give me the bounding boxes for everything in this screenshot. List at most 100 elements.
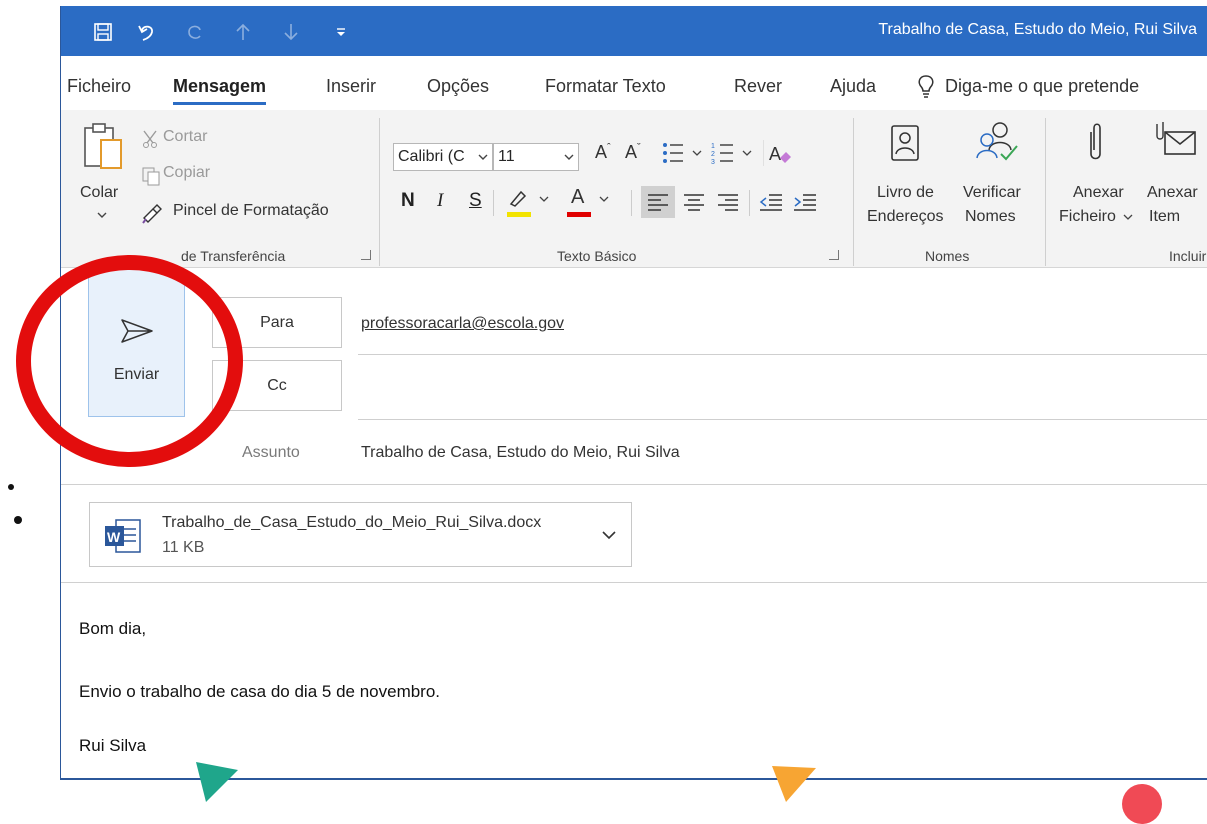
names-group-label: Nomes: [925, 248, 970, 264]
clipboard-launcher-icon[interactable]: [361, 250, 371, 260]
font-name-select[interactable]: Calibri (C: [393, 143, 493, 171]
svg-text:1: 1: [711, 143, 715, 150]
bullets-icon[interactable]: [661, 140, 705, 166]
numbering-icon[interactable]: 123: [711, 140, 755, 166]
italic-button[interactable]: I: [437, 190, 443, 212]
address-book-icon: [891, 125, 919, 161]
underline-button[interactable]: S: [469, 190, 482, 212]
font-size-select[interactable]: 11: [493, 143, 579, 171]
clipboard-group-label: de Transferência: [181, 248, 286, 264]
font-name-value: Calibri (C: [398, 148, 465, 165]
group-separator: [1045, 118, 1046, 266]
envelope-icon: [1156, 122, 1196, 155]
check-names-label-2: Nomes: [965, 208, 1016, 225]
cc-underline: [358, 419, 1207, 420]
font-color-swatch: [567, 212, 591, 217]
teal-triangle: [196, 762, 238, 802]
address-book-label-2: Endereços: [867, 208, 944, 225]
tab-rever[interactable]: Rever: [734, 76, 782, 97]
align-left-button[interactable]: [641, 186, 675, 218]
to-label: Para: [260, 313, 294, 331]
font-color-button[interactable]: A: [567, 186, 619, 218]
highlight-color-button[interactable]: [507, 188, 559, 218]
address-book-button[interactable]: Livro de Endereços: [867, 120, 949, 232]
cc-label: Cc: [267, 376, 287, 394]
attach-file-button[interactable]: Anexar Ficheiro: [1055, 120, 1135, 232]
down-icon[interactable]: [277, 19, 305, 45]
tab-ficheiro[interactable]: Ficheiro: [67, 76, 131, 97]
tab-ajuda[interactable]: Ajuda: [830, 76, 876, 97]
orange-triangle: [772, 766, 816, 802]
tab-mensagem[interactable]: Mensagem: [173, 76, 267, 105]
separator: [493, 190, 494, 216]
align-center-icon[interactable]: [683, 192, 705, 212]
decrease-indent-icon[interactable]: [759, 192, 783, 212]
send-label: Enviar: [113, 366, 160, 383]
check-names-button[interactable]: Verificar Nomes: [953, 120, 1037, 232]
grow-font-icon[interactable]: Aˆ: [595, 142, 611, 163]
ribbon-tabs: Ficheiro Mensagem Inserir Opções Formata…: [61, 66, 1207, 106]
clear-formatting-icon[interactable]: A: [763, 140, 793, 166]
shrink-font-icon[interactable]: Aˇ: [625, 142, 641, 163]
to-field[interactable]: professoracarla@escola.gov: [361, 315, 564, 333]
body-greeting: Bom dia,: [79, 619, 147, 638]
margin-dot: [8, 484, 14, 490]
redo-icon[interactable]: [181, 19, 209, 45]
customize-icon[interactable]: [327, 19, 355, 45]
svg-text:W: W: [107, 529, 121, 545]
font-color-icon: A: [571, 186, 585, 208]
align-right-icon[interactable]: [717, 192, 739, 212]
to-button[interactable]: Para: [212, 297, 342, 348]
separator: [631, 190, 632, 216]
highlight-swatch: [507, 212, 531, 217]
body-line: Envio o trabalho de casa do dia 5 de nov…: [79, 682, 441, 701]
tab-inserir[interactable]: Inserir: [326, 76, 376, 97]
attachment-size: 11 KB: [162, 539, 205, 556]
check-names-icon: [976, 122, 1018, 161]
address-book-label-1: Livro de: [877, 184, 934, 201]
basic-text-launcher-icon[interactable]: [829, 250, 839, 260]
basic-text-group-label: Texto Básico: [557, 248, 637, 264]
save-icon[interactable]: [89, 19, 117, 45]
attach-item-button[interactable]: Anexar Item: [1139, 120, 1207, 232]
cc-button[interactable]: Cc: [212, 360, 342, 411]
attach-file-label-1: Anexar: [1073, 184, 1124, 201]
tab-formatar-texto[interactable]: Formatar Texto: [545, 76, 666, 97]
send-button[interactable]: Enviar: [88, 269, 185, 417]
send-icon: [120, 319, 153, 343]
group-separator: [853, 118, 854, 266]
cut-label: Cortar: [163, 128, 208, 145]
body-signature: Rui Silva: [79, 736, 147, 755]
attach-item-label-2: Item: [1149, 208, 1181, 225]
subject-label: Assunto: [242, 444, 300, 461]
include-group-label: Incluir: [1169, 248, 1207, 264]
svg-text:A: A: [769, 144, 781, 164]
svg-text:2: 2: [711, 151, 715, 158]
attach-file-label-2: Ficheiro: [1059, 208, 1116, 225]
font-size-value: 11: [498, 148, 515, 165]
message-body[interactable]: Bom dia, Envio o trabalho de casa do dia…: [61, 584, 1207, 778]
copy-label: Copiar: [163, 164, 211, 181]
attachment-card[interactable]: W Trabalho_de_Casa_Estudo_do_Meio_Rui_Si…: [89, 502, 632, 567]
separator: [749, 190, 750, 216]
format-painter-label: Pincel de Formatação: [173, 202, 329, 219]
increase-indent-icon[interactable]: [793, 192, 817, 212]
check-names-label-1: Verificar: [963, 184, 1021, 201]
undo-icon[interactable]: [133, 19, 161, 45]
chevron-down-icon[interactable]: [602, 531, 616, 541]
up-icon[interactable]: [229, 19, 257, 45]
subject-field[interactable]: Trabalho de Casa, Estudo do Meio, Rui Si…: [361, 444, 680, 462]
lightbulb-icon: [917, 74, 935, 103]
ribbon: Colar Cortar Copiar Pincel de Formatação…: [61, 110, 1207, 268]
bold-button[interactable]: N: [401, 190, 415, 212]
attach-item-label-1: Anexar: [1147, 184, 1198, 201]
window-title: Trabalho de Casa, Estudo do Meio, Rui Si…: [878, 21, 1197, 38]
divider: [61, 582, 1207, 583]
tab-opcoes[interactable]: Opções: [427, 76, 489, 97]
margin-dot: [14, 516, 22, 524]
group-separator: [379, 118, 380, 266]
paste-label: Colar: [80, 184, 119, 201]
tell-me-search[interactable]: Diga-me o que pretende: [945, 76, 1139, 97]
to-underline: [358, 354, 1207, 355]
paste-button[interactable]: Colar: [77, 122, 129, 222]
